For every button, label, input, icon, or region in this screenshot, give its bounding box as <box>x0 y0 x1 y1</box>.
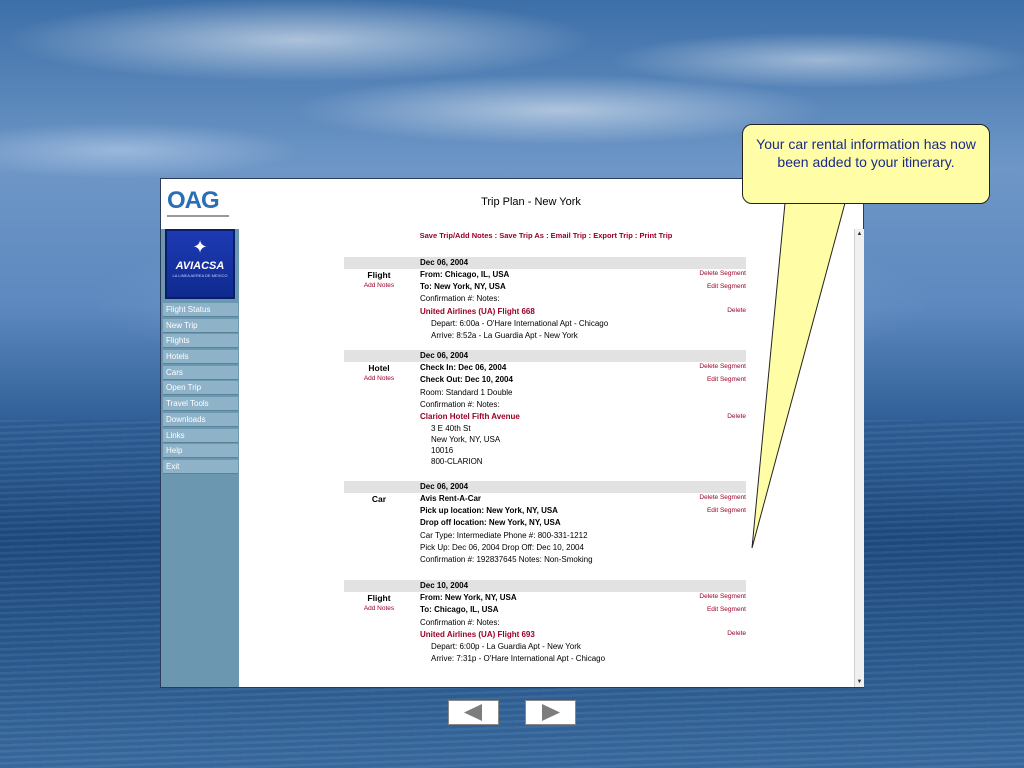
next-arrow-icon <box>542 704 560 721</box>
callout-pointer <box>751 202 846 549</box>
callout-box: Your car rental information has now been… <box>742 124 990 204</box>
prev-arrow-icon <box>464 704 482 721</box>
previous-slide-button[interactable] <box>448 700 499 725</box>
next-slide-button[interactable] <box>525 700 576 725</box>
callout-text: Your car rental information has now been… <box>756 136 976 170</box>
